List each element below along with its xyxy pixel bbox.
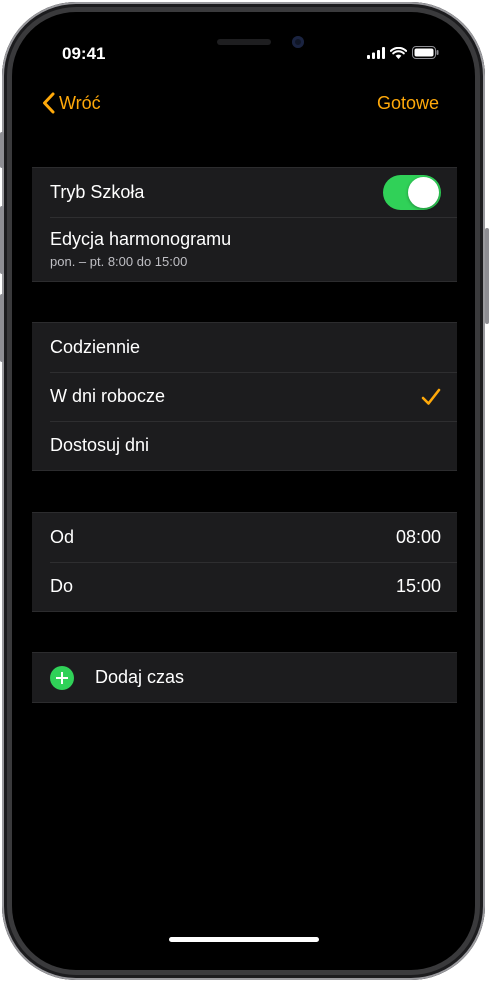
to-label: Do xyxy=(50,576,74,596)
signal-icon xyxy=(367,46,385,59)
volume-down-button xyxy=(0,294,4,362)
from-value: 08:00 xyxy=(395,527,441,547)
home-indicator[interactable] xyxy=(169,937,319,942)
chevron-left-icon xyxy=(43,92,55,114)
to-value: 15:00 xyxy=(395,576,441,596)
toggle-knob xyxy=(408,177,439,208)
day-option-label: W dni robocze xyxy=(50,386,166,406)
power-button xyxy=(485,228,489,324)
from-time-row[interactable]: Od 08:00 xyxy=(32,513,457,562)
day-option-weekdays[interactable]: W dni robocze xyxy=(32,372,457,421)
wifi-icon xyxy=(390,46,407,59)
day-option-label: Codziennie xyxy=(50,337,141,357)
add-time-label: Dodaj czas xyxy=(95,667,185,687)
school-mode-row: Tryb Szkoła xyxy=(32,168,457,217)
plus-circle-icon xyxy=(50,665,74,690)
add-time-group: Dodaj czas xyxy=(32,652,457,703)
done-button[interactable]: Gotowe xyxy=(377,93,439,114)
school-mode-label: Tryb Szkoła xyxy=(50,182,145,202)
back-button[interactable]: Wróć xyxy=(42,92,101,114)
checkmark-icon xyxy=(421,388,441,405)
volume-up-button xyxy=(0,206,4,274)
school-mode-toggle[interactable] xyxy=(383,175,441,210)
status-time: 09:41 xyxy=(62,44,106,63)
day-option-every-day[interactable]: Codziennie xyxy=(32,323,457,372)
to-time-row[interactable]: Do 15:00 xyxy=(32,562,457,611)
from-label: Od xyxy=(50,527,75,547)
time-range-group: Od 08:00 Do 15:00 xyxy=(32,512,457,612)
front-camera xyxy=(292,36,304,48)
back-label: Wróć xyxy=(59,92,101,113)
speaker-grille xyxy=(217,39,271,45)
screen: 09:41 Wróć Gotowe Tryb Szkoła Edycja har… xyxy=(30,30,459,952)
battery-icon xyxy=(412,46,439,59)
mute-switch xyxy=(0,132,4,168)
notch xyxy=(125,30,363,62)
edit-schedule-label: Edycja harmonogramu xyxy=(50,229,232,249)
edit-schedule-subtitle: pon. – pt. 8:00 do 15:00 xyxy=(50,254,188,269)
status-icons xyxy=(367,46,439,59)
day-option-label: Dostosuj dni xyxy=(50,435,150,455)
add-time-row[interactable]: Dodaj czas xyxy=(32,653,457,702)
school-mode-group: Tryb Szkoła Edycja harmonogramu pon. – p… xyxy=(32,167,457,282)
days-group: Codziennie W dni robocze Dostosuj dni xyxy=(32,322,457,471)
day-option-custom[interactable]: Dostosuj dni xyxy=(32,421,457,470)
edit-schedule-row[interactable]: Edycja harmonogramu pon. – pt. 8:00 do 1… xyxy=(32,217,457,281)
